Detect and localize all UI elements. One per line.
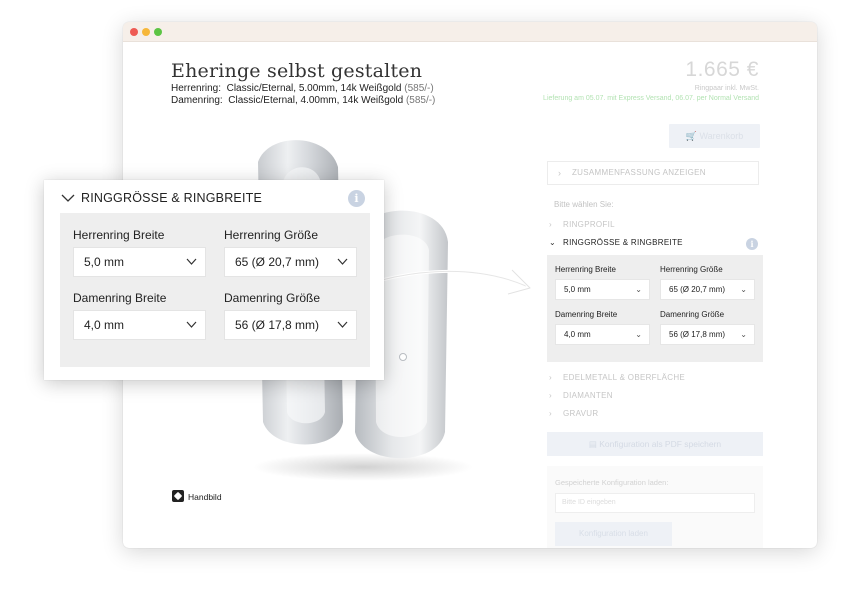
damen-groesse-select[interactable]: 56 (Ø 17,8 mm) (224, 310, 357, 340)
herrenring-alloy: (585/-) (404, 83, 434, 94)
pdf-icon: ▤ (588, 439, 597, 449)
herren-breite-label: Herrenring Breite (555, 265, 616, 274)
price-note: Ringpaar inkl. MwSt. (694, 85, 759, 92)
accordion-ringgroesse[interactable]: ⌄ RINGGRÖSSE & RINGBREITE (549, 238, 683, 247)
callout-header[interactable]: RINGGRÖSSE & RINGBREITE (61, 191, 262, 205)
damen-groesse-label: Damenring Größe (660, 310, 725, 319)
info-icon[interactable]: i (348, 190, 365, 207)
saved-config-label: Gespeicherte Konfiguration laden: (555, 478, 669, 487)
chevron-down-icon: ⌄ (740, 330, 747, 339)
close-window-button[interactable] (130, 28, 138, 36)
select-value: 56 (Ø 17,8 mm) (235, 318, 320, 332)
select-value: 5,0 mm (564, 285, 591, 294)
accordion-label: DIAMANTEN (563, 391, 613, 400)
size-callout-card: RINGGRÖSSE & RINGBREITE i Herrenring Bre… (44, 180, 384, 380)
chevron-down-icon: ⌄ (635, 285, 642, 294)
hand-icon (172, 490, 184, 502)
chevron-right-icon: › (549, 409, 552, 418)
select-value: 4,0 mm (564, 330, 591, 339)
accordion-label: RINGPROFIL (563, 220, 615, 229)
chevron-down-icon (186, 258, 197, 265)
accordion-ringprofil[interactable]: › RINGPROFIL (549, 220, 615, 229)
size-panel-large: Herrenring Breite 5,0 mm Herrenring Größ… (60, 213, 370, 367)
herren-breite-select[interactable]: 5,0 mm ⌄ (555, 279, 650, 300)
window-titlebar (123, 22, 817, 42)
accordion-gravur[interactable]: › GRAVUR (549, 409, 598, 418)
damen-breite-select[interactable]: 4,0 mm ⌄ (555, 324, 650, 345)
damen-breite-label: Damenring Breite (555, 310, 618, 319)
damenring-summary: Damenring: Classic/Eternal, 4.00mm, 14k … (171, 95, 435, 106)
load-config-button[interactable]: Konfiguration laden (555, 522, 672, 546)
handbild-toggle[interactable]: Handbild (172, 490, 222, 502)
select-value: 65 (Ø 20,7 mm) (669, 285, 726, 294)
handbild-label: Handbild (188, 492, 222, 502)
cart-icon: 🛒 (685, 131, 697, 141)
chevron-down-icon (186, 321, 197, 328)
chevron-down-icon (61, 194, 75, 202)
select-value: 65 (Ø 20,7 mm) (235, 255, 320, 269)
herren-breite-select[interactable]: 5,0 mm (73, 247, 206, 277)
herrenring-text: Classic/Eternal, 5.00mm, 14k Weißgold (226, 83, 402, 94)
herrenring-summary: Herrenring: Classic/Eternal, 5.00mm, 14k… (171, 83, 434, 94)
pdf-button-label: Konfiguration als PDF speichern (599, 439, 722, 449)
chevron-right-icon: › (549, 220, 552, 229)
herren-groesse-select[interactable]: 65 (Ø 20,7 mm) (224, 247, 357, 277)
chevron-right-icon: › (558, 168, 562, 178)
accordion-label: GRAVUR (563, 409, 599, 418)
saved-config-input[interactable]: Bitte ID eingeben (555, 493, 755, 513)
price: 1.665 € (685, 58, 759, 81)
cart-button[interactable]: 🛒 Warenkorb (669, 124, 760, 148)
chevron-down-icon: ⌄ (549, 238, 557, 247)
select-value: 5,0 mm (84, 255, 125, 269)
chevron-down-icon: ⌄ (740, 285, 747, 294)
accordion-edelmetall[interactable]: › EDELMETALL & OBERFLÄCHE (549, 373, 685, 382)
herrenring-label: Herrenring: (171, 83, 222, 94)
herren-groesse-label: Herrenring Größe (660, 265, 723, 274)
chevron-right-icon: › (549, 373, 552, 382)
accordion-label: RINGGRÖSSE & RINGBREITE (563, 238, 683, 247)
damen-groesse-label: Damenring Größe (224, 291, 321, 305)
chevron-right-icon: › (549, 391, 552, 400)
callout-title: RINGGRÖSSE & RINGBREITE (81, 191, 263, 205)
chevron-down-icon (337, 258, 348, 265)
herren-groesse-select[interactable]: 65 (Ø 20,7 mm) ⌄ (660, 279, 755, 300)
damen-breite-select[interactable]: 4,0 mm (73, 310, 206, 340)
accordion-diamanten[interactable]: › DIAMANTEN (549, 391, 613, 400)
damenring-alloy: (585/-) (405, 95, 436, 106)
herren-groesse-label: Herrenring Größe (224, 228, 319, 242)
summary-button-label: ZUSAMMENFASSUNG ANZEIGEN (572, 168, 706, 177)
accordion-label: EDELMETALL & OBERFLÄCHE (563, 373, 686, 382)
chevron-down-icon: ⌄ (635, 330, 642, 339)
saved-config-box: Gespeicherte Konfiguration laden: Bitte … (547, 466, 763, 548)
minimize-window-button[interactable] (142, 28, 150, 36)
damen-breite-label: Damenring Breite (73, 291, 167, 305)
size-panel-small: Herrenring Breite 5,0 mm ⌄ Herrenring Gr… (547, 255, 763, 362)
info-icon[interactable]: i (746, 238, 758, 250)
page-title: Eheringe selbst gestalten (171, 60, 423, 82)
delivery-info: Lieferung am 05.07. mit Express Versand,… (543, 95, 759, 102)
select-value: 56 (Ø 17,8 mm) (669, 330, 726, 339)
select-value: 4,0 mm (84, 318, 125, 332)
summary-button[interactable]: › ZUSAMMENFASSUNG ANZEIGEN (547, 161, 759, 185)
cart-button-label: Warenkorb (699, 131, 744, 141)
damen-groesse-select[interactable]: 56 (Ø 17,8 mm) ⌄ (660, 324, 755, 345)
damenring-label: Damenring: (171, 95, 223, 106)
herren-breite-label: Herrenring Breite (73, 228, 165, 242)
pdf-button[interactable]: ▤ Konfiguration als PDF speichern (547, 432, 763, 456)
chevron-down-icon (337, 321, 348, 328)
damenring-text: Classic/Eternal, 4.00mm, 14k Weißgold (228, 95, 404, 106)
pick-label: Bitte wählen Sie: (554, 200, 614, 209)
maximize-window-button[interactable] (154, 28, 162, 36)
